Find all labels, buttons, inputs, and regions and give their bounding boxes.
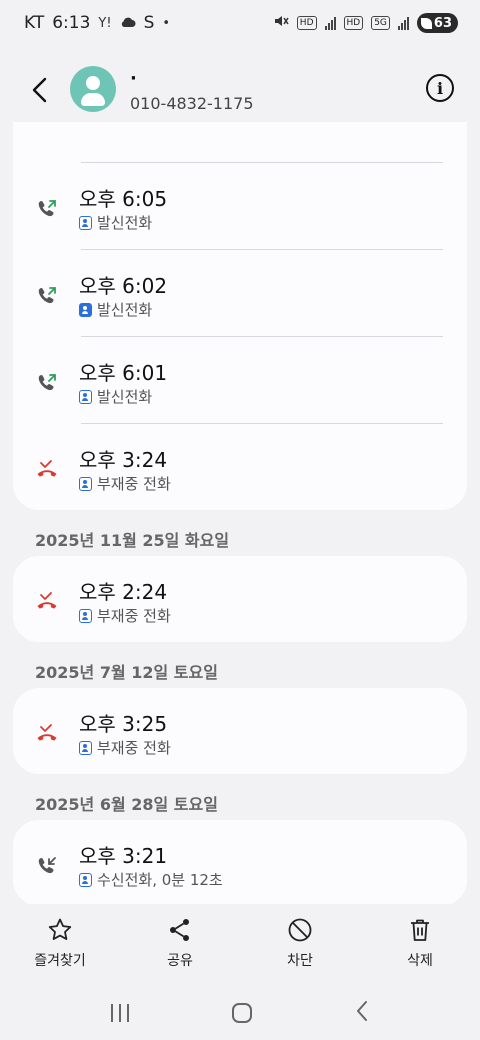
- status-bar: KT 6:13 Y! S • HD HD 5G 63: [0, 0, 480, 46]
- call-time: 오후 2:24: [79, 580, 168, 604]
- contact-card-icon: [79, 302, 92, 317]
- battery-indicator: 63: [416, 13, 458, 33]
- call-row[interactable]: 오후 3:25 부재중 전화: [13, 688, 467, 775]
- call-row[interactable]: 오후 2:24 부재중 전화: [13, 556, 467, 643]
- volte-hd-icon: HD: [296, 16, 317, 30]
- contact-card-icon: [79, 476, 92, 491]
- call-time: 오후 6:05: [79, 187, 168, 211]
- call-type: 부재중 전화: [97, 475, 171, 493]
- call-group-card-today: 발신전화 오후 6:05 발신전화 오후 6:02 발신전화 오후 6:01: [13, 122, 467, 510]
- back-arrow-icon: [32, 77, 47, 103]
- volte-hd-icon-2: HD: [343, 16, 364, 30]
- outgoing-call-icon: [35, 371, 59, 395]
- info-button[interactable]: i: [426, 74, 454, 102]
- call-row[interactable]: 오후 3:21 수신전화, 0분 12초: [13, 820, 467, 904]
- call-group-card: 오후 3:25 부재중 전화: [13, 688, 467, 774]
- star-icon: [48, 918, 72, 940]
- contact-card-icon: [79, 740, 92, 755]
- trash-icon: [411, 919, 429, 941]
- call-time: 오후 3:21: [79, 844, 168, 868]
- date-header: 2025년 6월 28일 토요일: [35, 795, 218, 814]
- signal-icon-2: [397, 16, 409, 30]
- date-header: 2025년 7월 12일 토요일: [35, 663, 218, 682]
- contact-card-icon: [79, 215, 92, 230]
- share-icon: [170, 919, 189, 941]
- call-type: 수신전화, 0분 12초: [97, 871, 223, 889]
- block-icon: [288, 918, 312, 942]
- call-time: 오후 3:24: [79, 448, 168, 472]
- call-type: 부재중 전화: [97, 607, 171, 625]
- contact-name: ·: [130, 68, 137, 89]
- s-app-icon: S: [143, 13, 155, 33]
- contact-card-icon: [79, 608, 92, 623]
- battery-level: 63: [433, 15, 452, 31]
- home-button[interactable]: [231, 1002, 252, 1023]
- power-saving-icon: [420, 17, 432, 29]
- share-button[interactable]: 공유: [120, 906, 240, 976]
- back-chevron-icon: [356, 1000, 367, 1021]
- contact-number: 010-4832-1175: [130, 94, 254, 113]
- date-header: 2025년 11월 25일 화요일: [35, 531, 230, 550]
- favorite-label: 즐겨찾기: [34, 953, 86, 969]
- call-type: 발신전화: [97, 214, 153, 232]
- 5g-icon: 5G: [371, 16, 390, 30]
- call-row[interactable]: 발신전화: [13, 122, 467, 129]
- call-group-card: 오후 3:21 수신전화, 0분 12초: [13, 820, 467, 904]
- call-type: 발신전화: [97, 301, 153, 319]
- recent-apps-button[interactable]: [111, 1003, 130, 1022]
- back-button[interactable]: [22, 72, 58, 108]
- missed-call-icon: [35, 722, 59, 746]
- block-label: 차단: [287, 953, 313, 969]
- incoming-call-icon: [35, 854, 59, 878]
- contact-card-icon: [79, 872, 92, 887]
- clock: 6:13: [52, 13, 91, 33]
- contact-card-icon: [79, 389, 92, 404]
- favorite-button[interactable]: 즐겨찾기: [0, 906, 120, 976]
- notification-dot: •: [162, 15, 171, 31]
- call-time: 오후 6:01: [79, 361, 168, 385]
- contact-header: · 010-4832-1175 i: [0, 60, 480, 120]
- action-bar: 즐겨찾기 공유 차단 삭제: [0, 906, 480, 976]
- cloud-icon: [120, 13, 136, 33]
- info-icon: i: [436, 78, 444, 98]
- back-nav-button[interactable]: [355, 1000, 369, 1026]
- outgoing-call-icon: [35, 284, 59, 308]
- call-time: 오후 6:02: [79, 274, 168, 298]
- share-label: 공유: [167, 953, 193, 969]
- carrier-label: KT: [24, 13, 45, 33]
- call-type: 부재중 전화: [97, 739, 171, 757]
- delete-button[interactable]: 삭제: [360, 906, 480, 976]
- call-row[interactable]: 오후 6:02 발신전화: [13, 250, 467, 337]
- outgoing-call-icon: [35, 197, 59, 221]
- call-history-list[interactable]: 발신전화 오후 6:05 발신전화 오후 6:02 발신전화 오후 6:01: [0, 122, 480, 904]
- signal-icon: [324, 16, 336, 30]
- system-navigation-bar: [0, 985, 480, 1040]
- missed-call-icon: [35, 590, 59, 614]
- yahoo-icon: Y!: [98, 15, 112, 31]
- call-row[interactable]: 오후 6:01 발신전화: [13, 337, 467, 424]
- call-type: 발신전화: [97, 388, 153, 406]
- call-time: 오후 3:25: [79, 712, 168, 736]
- call-row[interactable]: 오후 6:05 발신전화: [13, 163, 467, 250]
- delete-label: 삭제: [407, 953, 433, 969]
- call-group-card: 오후 2:24 부재중 전화: [13, 556, 467, 642]
- missed-call-icon: [35, 458, 59, 482]
- call-row[interactable]: 오후 3:24 부재중 전화: [13, 424, 467, 511]
- avatar[interactable]: [70, 66, 116, 112]
- block-button[interactable]: 차단: [240, 906, 360, 976]
- mute-icon: [273, 13, 289, 34]
